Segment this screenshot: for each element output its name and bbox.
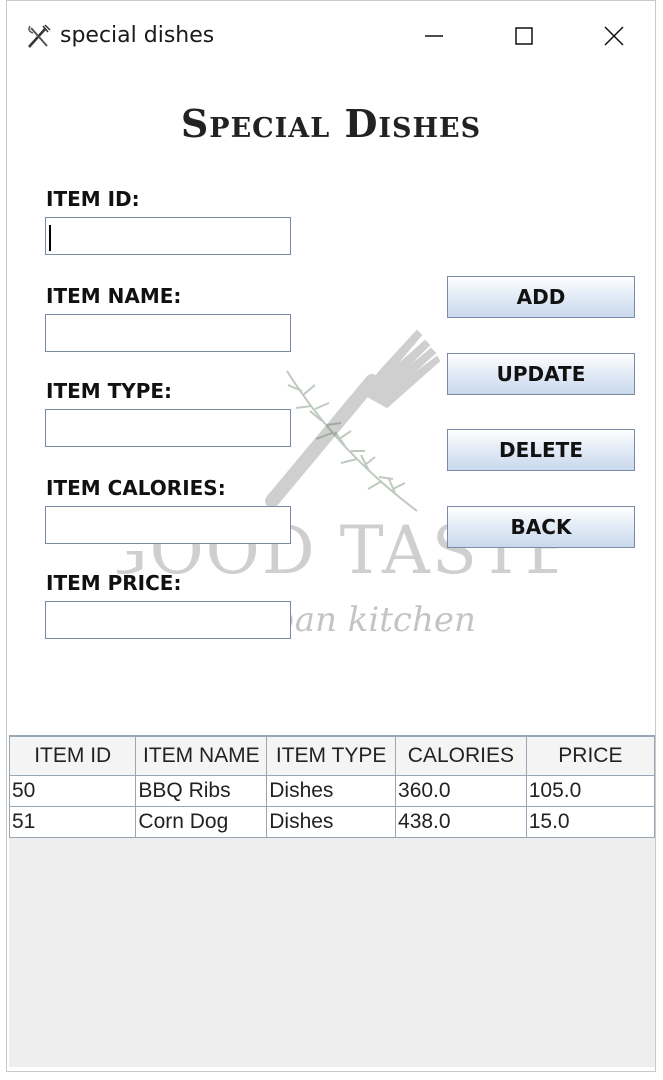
app-window: special dishes GOOD TASTE Urban kitchen … bbox=[6, 0, 656, 1072]
close-button[interactable] bbox=[591, 15, 637, 55]
item-type-label: ITEM TYPE: bbox=[46, 379, 173, 403]
window-title: special dishes bbox=[60, 23, 215, 48]
fork-knife-icon bbox=[25, 23, 53, 51]
table-row[interactable]: 50 BBQ Ribs Dishes 360.0 105.0 bbox=[8, 775, 656, 807]
cell-price[interactable]: 105.0 bbox=[525, 775, 656, 807]
minimize-icon bbox=[425, 35, 443, 37]
cell-item-id[interactable]: 50 bbox=[8, 775, 137, 807]
update-button[interactable]: UPDATE bbox=[447, 353, 635, 395]
form-panel: GOOD TASTE Urban kitchen Special Dishes … bbox=[7, 71, 655, 731]
cell-item-type[interactable]: Dishes bbox=[266, 775, 397, 807]
table-header-row: ITEM ID ITEM NAME ITEM TYPE CALORIES PRI… bbox=[8, 736, 656, 776]
delete-button[interactable]: DELETE bbox=[447, 429, 635, 471]
item-price-field[interactable] bbox=[45, 601, 291, 639]
column-header-item-id[interactable]: ITEM ID bbox=[8, 736, 137, 776]
cell-item-id[interactable]: 51 bbox=[8, 806, 137, 838]
cell-item-name[interactable]: BBQ Ribs bbox=[135, 775, 268, 807]
item-calories-label: ITEM CALORIES: bbox=[46, 476, 226, 500]
item-type-field[interactable] bbox=[45, 409, 291, 447]
item-name-field[interactable] bbox=[45, 314, 291, 352]
cell-item-type[interactable]: Dishes bbox=[266, 806, 397, 838]
cell-price[interactable]: 15.0 bbox=[525, 806, 656, 838]
minimize-button[interactable] bbox=[411, 15, 457, 55]
items-table: ITEM ID ITEM NAME ITEM TYPE CALORIES PRI… bbox=[8, 736, 656, 838]
cell-calories[interactable]: 360.0 bbox=[395, 775, 527, 807]
column-header-item-type[interactable]: ITEM TYPE bbox=[266, 736, 397, 776]
close-icon bbox=[604, 26, 624, 46]
cell-calories[interactable]: 438.0 bbox=[395, 806, 527, 838]
back-button[interactable]: BACK bbox=[447, 506, 635, 548]
item-id-label: ITEM ID: bbox=[46, 187, 140, 211]
column-header-item-name[interactable]: ITEM NAME bbox=[135, 736, 268, 776]
item-id-field[interactable] bbox=[45, 217, 291, 255]
title-bar[interactable]: special dishes bbox=[7, 1, 655, 71]
item-name-label: ITEM NAME: bbox=[46, 284, 182, 308]
maximize-button[interactable] bbox=[501, 15, 547, 55]
column-header-price[interactable]: PRICE bbox=[525, 736, 656, 776]
item-calories-field[interactable] bbox=[45, 506, 291, 544]
item-price-label: ITEM PRICE: bbox=[46, 571, 182, 595]
maximize-icon bbox=[515, 27, 533, 45]
add-button[interactable]: ADD bbox=[447, 276, 635, 318]
column-header-calories[interactable]: CALORIES bbox=[395, 736, 527, 776]
table-row[interactable]: 51 Corn Dog Dishes 438.0 15.0 bbox=[8, 806, 656, 838]
cell-item-name[interactable]: Corn Dog bbox=[135, 806, 268, 838]
page-title: Special Dishes bbox=[180, 101, 482, 146]
items-table-panel[interactable]: ITEM ID ITEM NAME ITEM TYPE CALORIES PRI… bbox=[8, 735, 656, 1067]
text-caret bbox=[49, 225, 51, 251]
